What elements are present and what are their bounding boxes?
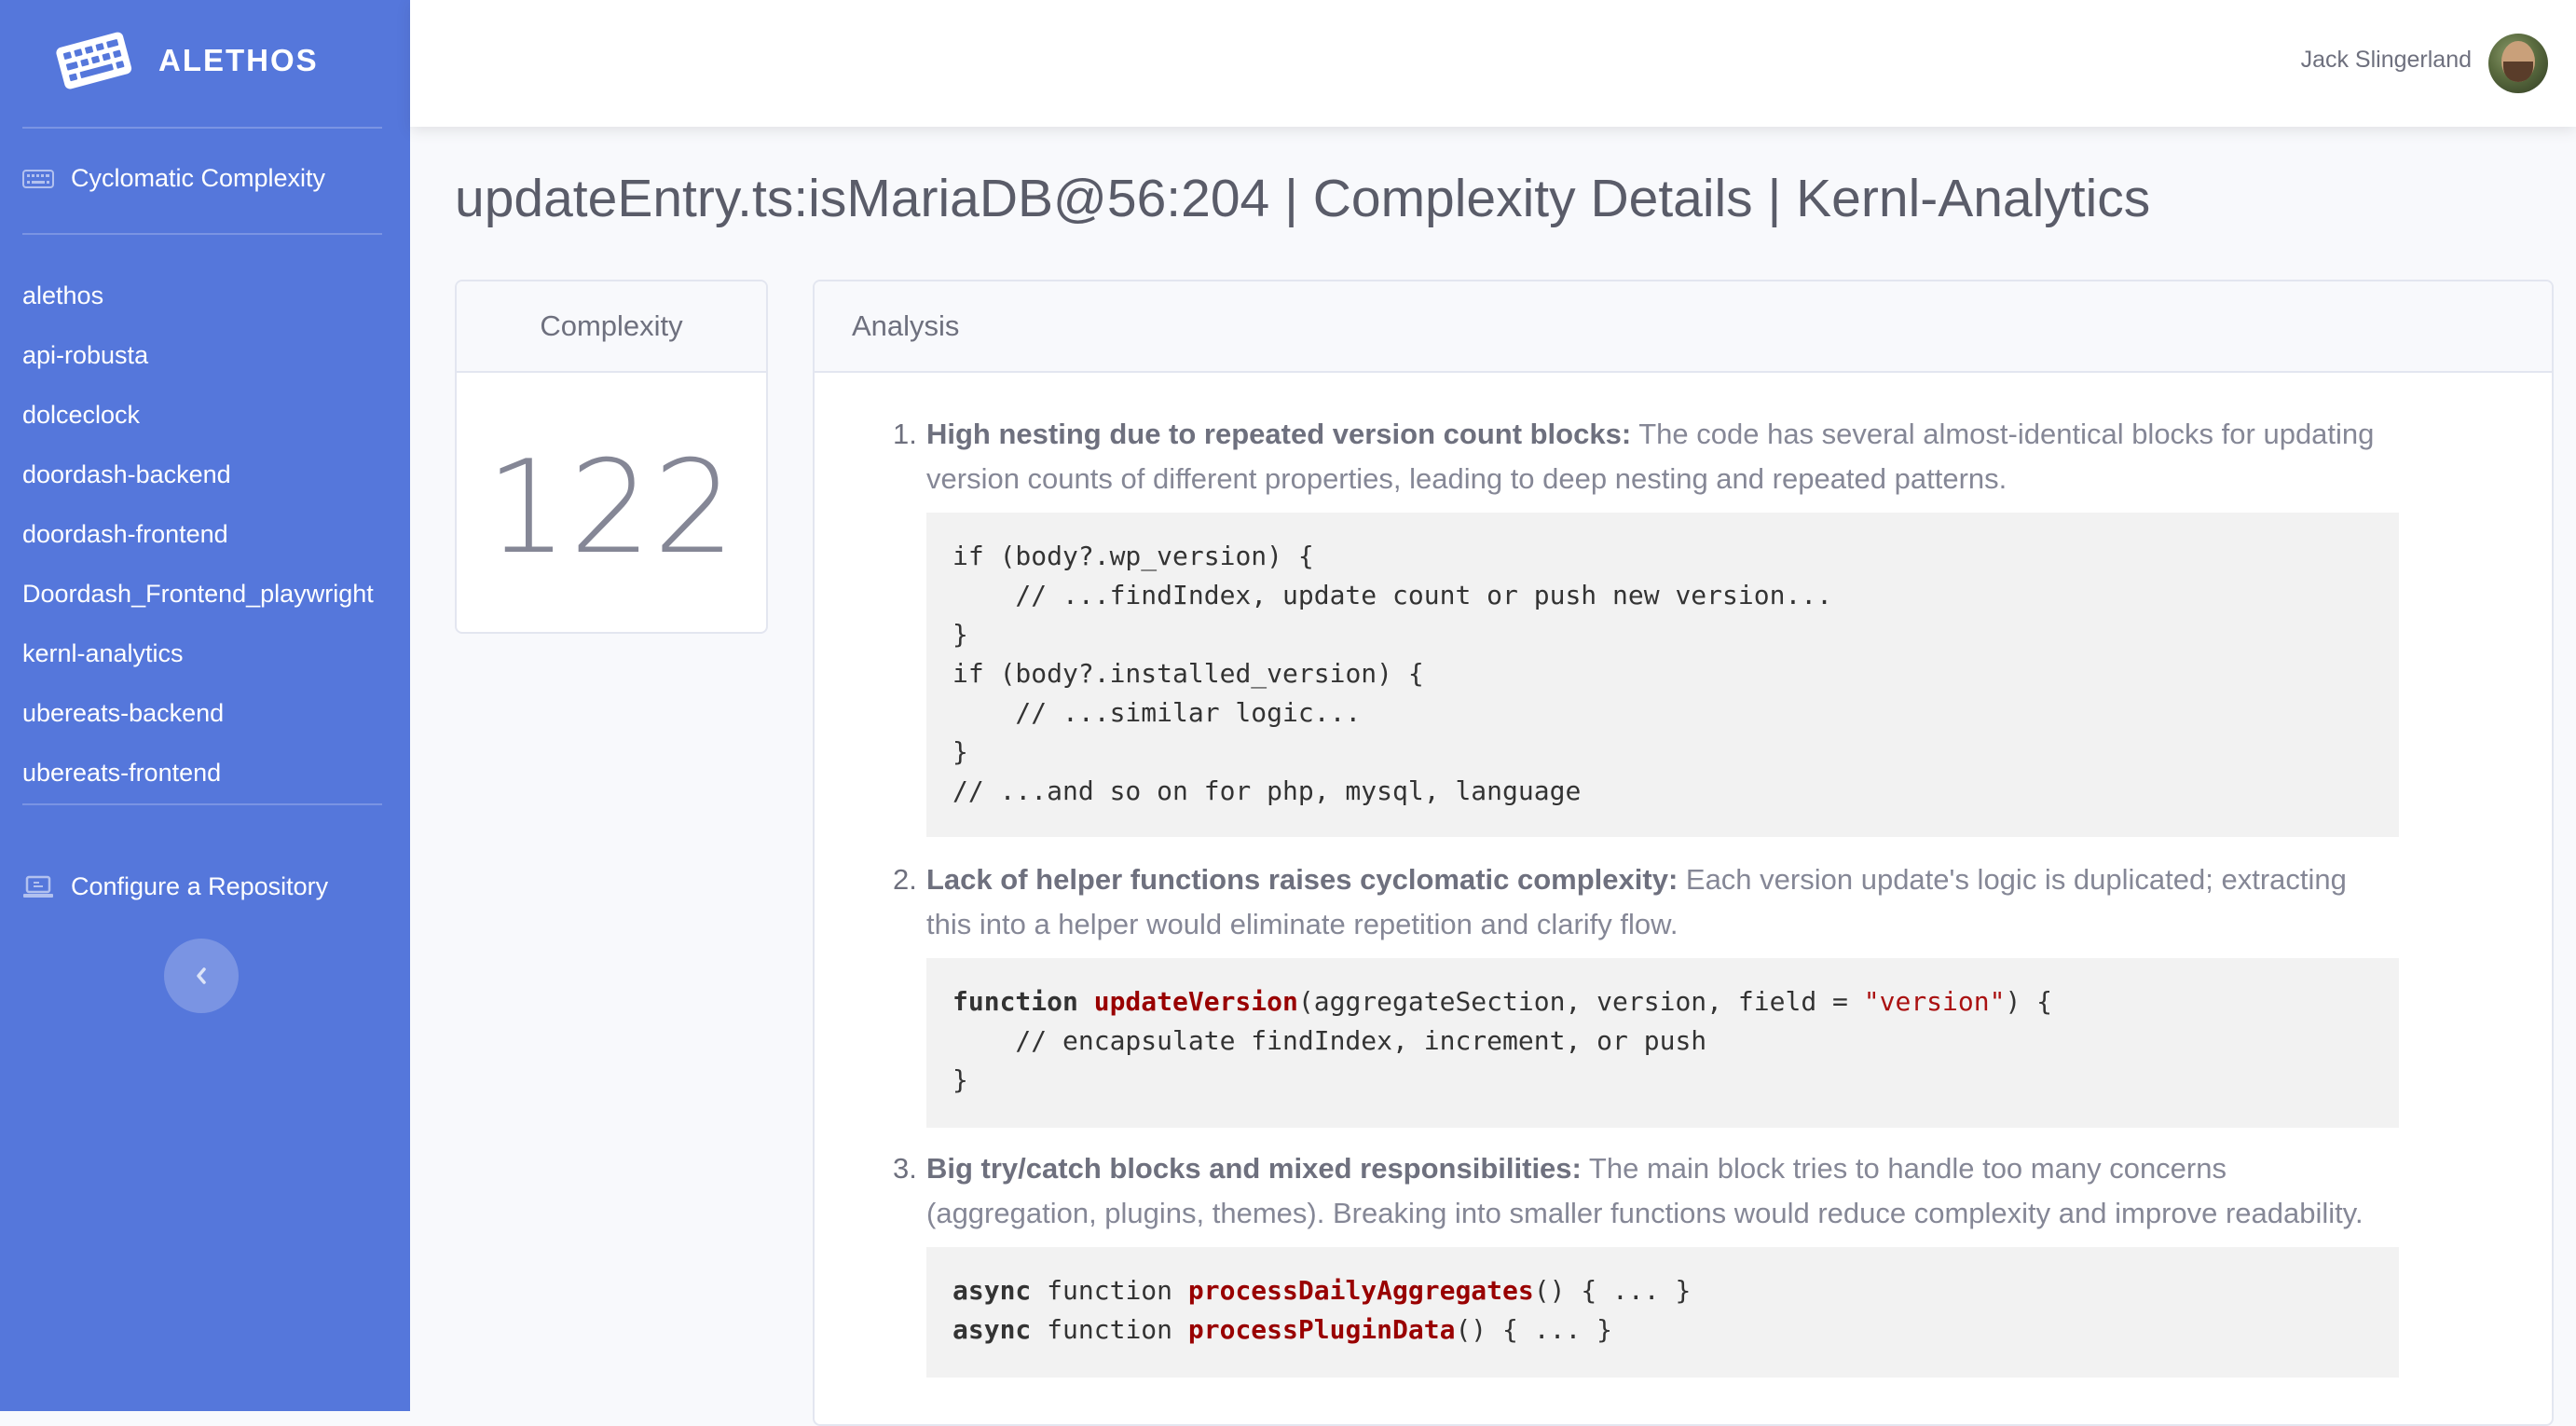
code-line: // encapsulate findIndex, increment, or … (952, 1025, 1707, 1056)
topbar: Jack Slingerland (410, 0, 2576, 127)
code-block: function updateVersion(aggregateSection,… (926, 958, 2399, 1128)
analysis-item-title: Big try/catch blocks and mixed responsib… (926, 1152, 1582, 1185)
sidebar-item-repo[interactable]: doordash-frontend (22, 520, 228, 549)
page-title: updateEntry.ts:isMariaDB@56:204 | Comple… (455, 169, 2151, 228)
code-line: async function processPluginData() { ...… (952, 1314, 1613, 1345)
sidebar-divider (22, 233, 382, 235)
code-line: } (952, 736, 968, 767)
brand-name: ALETHOS (158, 43, 319, 77)
code-line: async function processDailyAggregates() … (952, 1275, 1692, 1306)
sidebar-item-repo[interactable]: Doordash_Frontend_playwright (22, 580, 374, 609)
avatar-beard (2503, 62, 2533, 82)
nav-cyclomatic-complexity[interactable]: Cyclomatic Complexity (22, 164, 325, 193)
keyboard-icon (22, 169, 54, 188)
code-line: // ...similar logic... (952, 697, 1362, 728)
sidebar-item-repo[interactable]: alethos (22, 281, 103, 310)
complexity-card: Complexity 122 (455, 280, 768, 634)
complexity-value: 122 (486, 432, 737, 583)
analysis-item-text: Lack of helper functions raises cyclomat… (926, 857, 2399, 947)
code-block: if (body?.wp_version) { // ...findIndex,… (926, 513, 2399, 837)
laptop-icon (23, 875, 53, 898)
analysis-item-text: High nesting due to repeated version cou… (926, 412, 2399, 501)
analysis-item-number: 1. (893, 418, 917, 450)
sidebar: ALETHOS Cyclomatic Complexity alethos ap… (0, 0, 410, 1411)
analysis-card-header: Analysis (815, 281, 2552, 373)
sidebar-toggle-button[interactable] (164, 939, 239, 1013)
sidebar-item-repo[interactable]: doordash-backend (22, 460, 231, 489)
sidebar-item-repo[interactable]: ubereats-frontend (22, 759, 221, 788)
analysis-item-text: Big try/catch blocks and mixed responsib… (926, 1146, 2399, 1236)
complexity-card-header: Complexity (457, 281, 766, 373)
brand[interactable]: ALETHOS (0, 0, 410, 127)
nav-configure-repository-label: Configure a Repository (71, 872, 329, 900)
analysis-item-number: 3. (893, 1152, 917, 1185)
code-line: } (952, 619, 968, 650)
analysis-item-title: Lack of helper functions raises cyclomat… (926, 863, 1679, 896)
sidebar-item-repo[interactable]: dolceclock (22, 401, 140, 430)
sidebar-item-repo[interactable]: ubereats-backend (22, 699, 224, 728)
code-line: // ...findIndex, update count or push ne… (952, 580, 1833, 610)
sidebar-divider (22, 803, 382, 805)
code-line: if (body?.wp_version) { (952, 541, 1314, 571)
avatar[interactable] (2488, 34, 2548, 93)
nav-cyclomatic-complexity-label: Cyclomatic Complexity (71, 164, 326, 192)
analysis-item-title: High nesting due to repeated version cou… (926, 418, 1632, 450)
nav-configure-repository[interactable]: Configure a Repository (22, 872, 328, 901)
code-block: async function processDailyAggregates() … (926, 1247, 2399, 1378)
sidebar-item-repo[interactable]: kernl-analytics (22, 639, 184, 668)
analysis-card: Analysis 1. High nesting due to repeated… (813, 280, 2554, 1426)
sidebar-item-repo[interactable]: api-robusta (22, 341, 148, 370)
code-line: // ...and so on for php, mysql, language (952, 775, 1582, 806)
code-line: } (952, 1064, 968, 1095)
user-name[interactable]: Jack Slingerland (2301, 47, 2472, 74)
analysis-item-number: 2. (893, 863, 917, 896)
chevron-left-icon (197, 967, 206, 984)
code-line: function updateVersion(aggregateSection,… (952, 986, 2053, 1017)
code-line: if (body?.installed_version) { (952, 658, 1424, 689)
sidebar-divider (22, 127, 382, 129)
keyboard-icon (56, 32, 132, 89)
